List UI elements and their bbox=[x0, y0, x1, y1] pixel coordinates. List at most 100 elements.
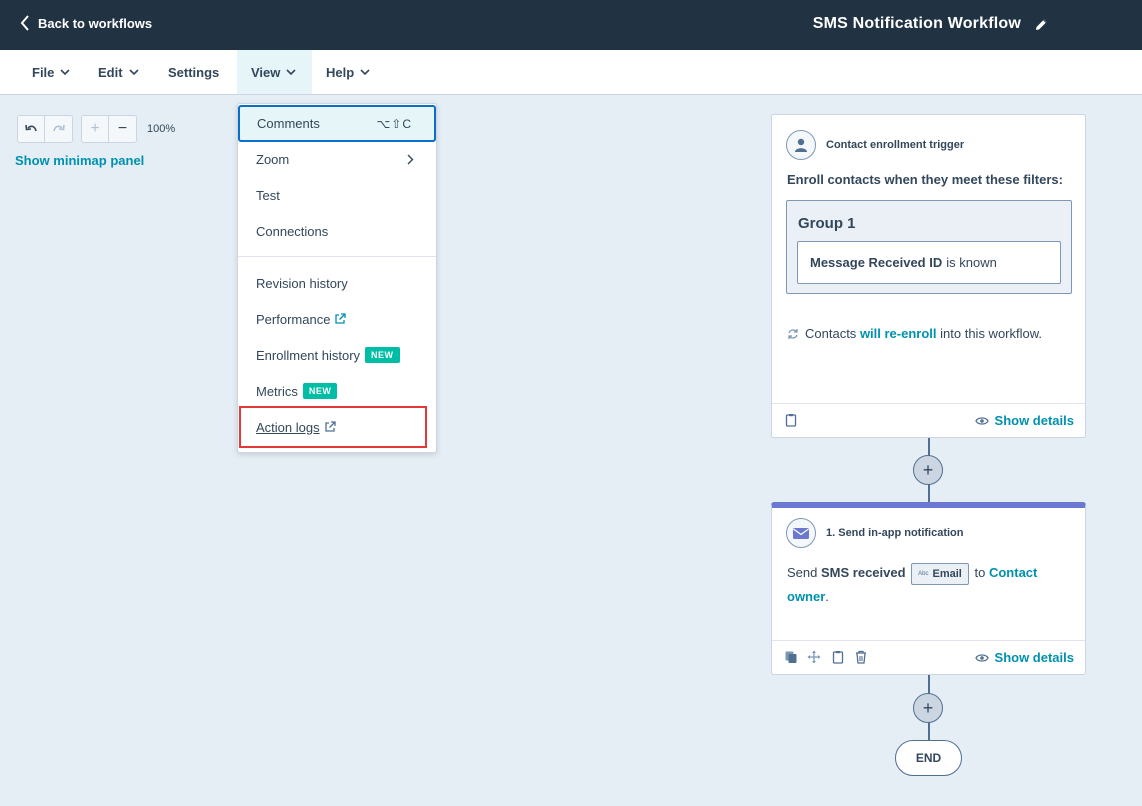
reenroll-link[interactable]: will re-enroll bbox=[860, 326, 937, 341]
zoom-label: Zoom bbox=[256, 151, 290, 167]
action-show-details[interactable]: Show details bbox=[974, 650, 1074, 665]
contact-icon bbox=[786, 130, 816, 160]
view-menu-metrics[interactable]: Metrics NEW bbox=[238, 373, 436, 409]
enrollment-trigger-card[interactable]: Contact enrollment trigger Enroll contac… bbox=[771, 114, 1086, 438]
filter-group: Group 1 Message Received ID is known bbox=[786, 200, 1072, 294]
add-action-button[interactable]: + bbox=[913, 455, 943, 485]
show-details-label: Show details bbox=[994, 413, 1074, 428]
view-menu-performance[interactable]: Performance bbox=[238, 301, 436, 337]
plus-icon: + bbox=[90, 120, 100, 137]
chevron-right-icon bbox=[407, 154, 414, 165]
trash-icon[interactable] bbox=[854, 650, 868, 664]
envelope-icon bbox=[786, 518, 816, 548]
test-label: Test bbox=[256, 187, 280, 203]
workflow-title: SMS Notification Workflow bbox=[812, 15, 1021, 32]
enrollment-history-label: Enrollment history bbox=[256, 347, 361, 363]
eye-icon bbox=[974, 416, 989, 425]
clipboard-icon[interactable] bbox=[831, 650, 845, 664]
to-text: to bbox=[974, 565, 986, 580]
zoom-controls: + − 100% bbox=[17, 115, 175, 143]
trigger-title: Contact enrollment trigger bbox=[826, 139, 965, 151]
chevron-down-icon bbox=[60, 68, 70, 75]
zoom-out-button[interactable]: − bbox=[109, 115, 137, 143]
menu-settings[interactable]: Settings bbox=[154, 50, 233, 94]
trigger-card-footer: Show details bbox=[772, 403, 1085, 437]
send-prefix: Send bbox=[787, 565, 818, 580]
menu-settings-label: Settings bbox=[168, 64, 220, 80]
reenroll-note: Contacts will re-enroll into this workfl… bbox=[787, 326, 1042, 341]
filter-operator: is known bbox=[946, 255, 997, 270]
end-node: END bbox=[895, 740, 962, 776]
menu-help[interactable]: Help bbox=[312, 50, 384, 94]
menu-file-label: File bbox=[32, 64, 55, 80]
filter-condition: Message Received ID is known bbox=[797, 241, 1061, 284]
trigger-show-details[interactable]: Show details bbox=[974, 413, 1074, 428]
plus-icon: + bbox=[922, 697, 934, 718]
group-title: Group 1 bbox=[798, 215, 856, 232]
workflow-title-area: SMS Notification Workflow bbox=[813, 15, 1048, 33]
add-action-button[interactable]: + bbox=[913, 693, 943, 723]
action-logs-highlight bbox=[239, 406, 427, 448]
token-label: Email bbox=[932, 567, 962, 580]
menu-edit-label: Edit bbox=[98, 64, 123, 80]
reenroll-suffix: into this workflow. bbox=[940, 326, 1043, 341]
comments-label: Comments bbox=[257, 116, 320, 131]
plus-icon: + bbox=[922, 459, 934, 480]
enroll-instructions: Enroll contacts when they meet these fil… bbox=[787, 172, 1063, 187]
action-description: Send SMS received Abc Email to Contact ow… bbox=[787, 561, 1072, 609]
refresh-icon bbox=[788, 328, 798, 339]
new-badge: NEW bbox=[302, 383, 338, 399]
reenroll-prefix: Contacts bbox=[805, 326, 857, 341]
connections-label: Connections bbox=[256, 223, 329, 239]
copy-icon[interactable] bbox=[784, 650, 798, 664]
clipboard-icon[interactable] bbox=[784, 413, 798, 427]
menu-edit[interactable]: Edit bbox=[84, 50, 153, 94]
view-menu-enrollment-history[interactable]: Enrollment history NEW bbox=[238, 337, 436, 373]
trigger-card-header: Contact enrollment trigger bbox=[786, 130, 964, 160]
pencil-icon[interactable] bbox=[1035, 18, 1048, 31]
menu-file[interactable]: File bbox=[18, 50, 84, 94]
menu-view[interactable]: View bbox=[237, 50, 312, 94]
zoom-in-button[interactable]: + bbox=[81, 115, 109, 143]
new-badge: NEW bbox=[365, 347, 400, 363]
view-menu-connections[interactable]: Connections bbox=[238, 213, 436, 249]
move-icon[interactable] bbox=[807, 650, 821, 664]
show-minimap-link[interactable]: Show minimap panel bbox=[15, 153, 144, 168]
view-menu-test[interactable]: Test bbox=[238, 177, 436, 213]
back-to-workflows-link[interactable]: Back to workflows bbox=[20, 15, 152, 31]
comments-shortcut: ⌥⇧C bbox=[376, 116, 412, 131]
chevron-down-icon bbox=[128, 68, 139, 75]
minus-icon: − bbox=[117, 120, 128, 137]
view-menu-comments[interactable]: Comments ⌥⇧C bbox=[238, 105, 436, 142]
menu-help-label: Help bbox=[326, 64, 355, 80]
view-menu-revision-history[interactable]: Revision history bbox=[238, 265, 436, 301]
revision-history-label: Revision history bbox=[256, 275, 348, 291]
redo-button[interactable] bbox=[45, 115, 73, 143]
action-card-header: 1. Send in-app notification bbox=[786, 518, 964, 548]
action-title: 1. Send in-app notification bbox=[826, 527, 964, 539]
top-bar: Back to workflows SMS Notification Workf… bbox=[0, 0, 1142, 50]
chevron-down-icon bbox=[360, 68, 370, 75]
notification-name: SMS received bbox=[821, 565, 906, 580]
redo-icon bbox=[53, 124, 65, 132]
show-details-label: Show details bbox=[994, 650, 1074, 665]
chevron-left-icon bbox=[20, 15, 29, 31]
action-card-footer: Show details bbox=[772, 640, 1085, 674]
external-link-icon bbox=[335, 313, 347, 324]
filter-property: Message Received ID bbox=[810, 255, 943, 270]
back-label: Back to workflows bbox=[38, 15, 153, 31]
view-menu-dropdown: Comments ⌥⇧C Zoom Test Connections Revis… bbox=[237, 103, 437, 453]
menu-view-label: View bbox=[251, 64, 281, 80]
zoom-level: 100% bbox=[147, 123, 176, 135]
performance-label: Performance bbox=[256, 311, 331, 327]
email-token: Abc Email bbox=[911, 562, 969, 585]
chevron-down-icon bbox=[286, 68, 296, 75]
view-menu-zoom[interactable]: Zoom bbox=[238, 141, 436, 177]
token-tag: Abc bbox=[918, 570, 929, 577]
metrics-label: Metrics bbox=[256, 383, 298, 399]
eye-icon bbox=[974, 653, 989, 662]
undo-button[interactable] bbox=[17, 115, 45, 143]
period: . bbox=[825, 589, 829, 604]
menu-divider bbox=[238, 256, 436, 257]
send-notification-card[interactable]: 1. Send in-app notification Send SMS rec… bbox=[771, 502, 1086, 675]
